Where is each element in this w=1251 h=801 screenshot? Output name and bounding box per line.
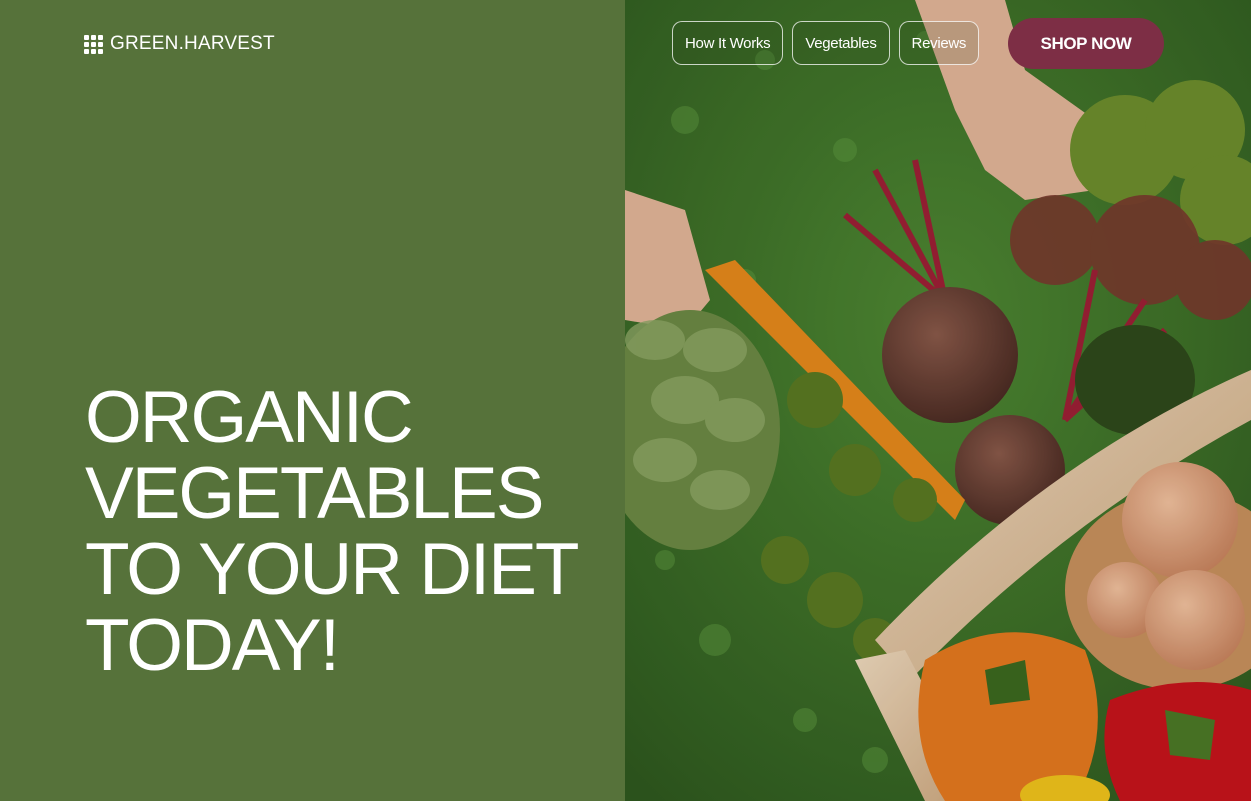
shop-now-button[interactable]: SHOP NOW	[1008, 18, 1164, 69]
brand-logo[interactable]: GREEN.HARVEST	[84, 33, 275, 55]
nav-item-reviews[interactable]: Reviews	[898, 21, 980, 65]
nav-item-how-it-works[interactable]: How It Works	[672, 21, 784, 65]
main-nav: How It Works Vegetables Reviews	[672, 21, 980, 65]
hero-headline: ORGANIC VEGETABLES TO YOUR DIET TODAY!	[85, 380, 615, 684]
headline-line: VEGETABLES	[85, 453, 544, 534]
nav-item-vegetables[interactable]: Vegetables	[792, 21, 890, 65]
brand-name: GREEN.HARVEST	[110, 33, 275, 54]
vegetable-basket-illustration	[625, 0, 1251, 801]
grid-icon	[84, 34, 103, 54]
hero-image	[625, 0, 1251, 801]
headline-line: TO YOUR DIET	[85, 529, 580, 610]
headline-line: ORGANIC	[85, 377, 414, 458]
headline-line: TODAY!	[85, 605, 340, 686]
